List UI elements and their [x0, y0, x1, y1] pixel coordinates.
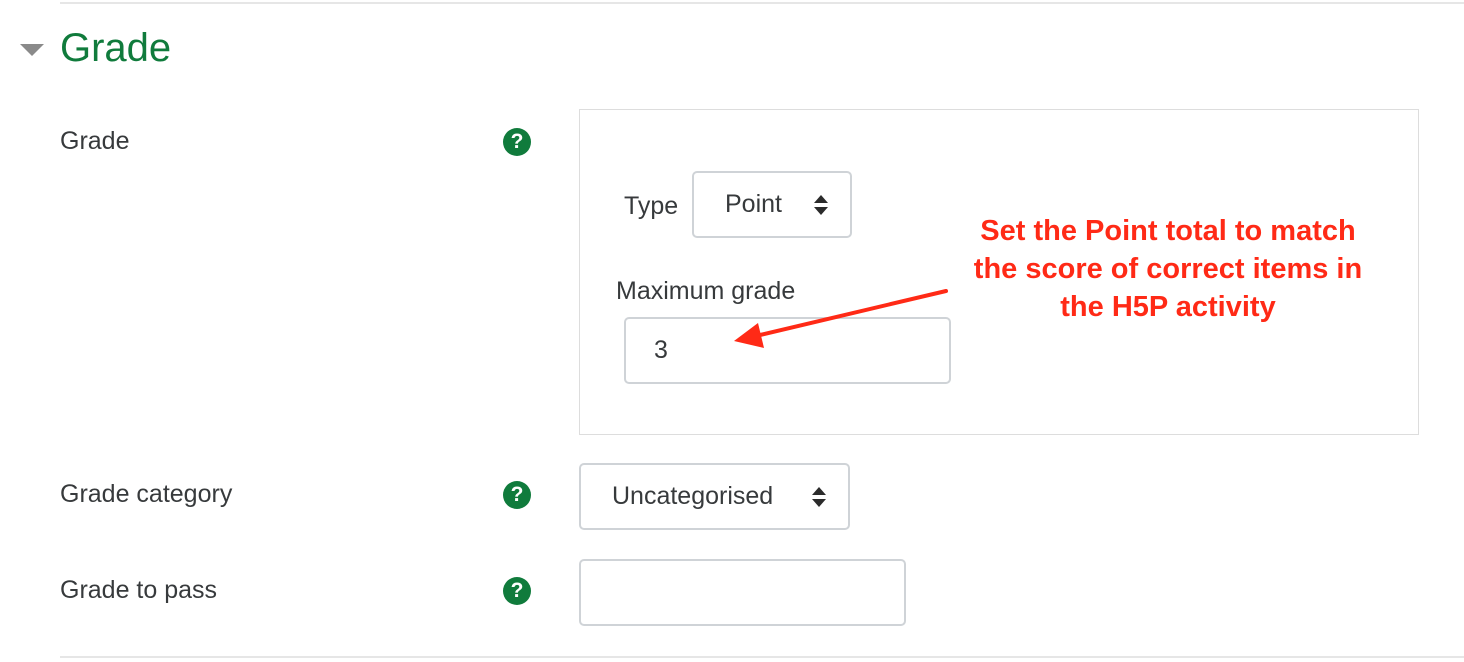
grade-to-pass-help-icon[interactable]: ?	[503, 577, 531, 605]
grade-category-select[interactable]: Uncategorised	[579, 463, 850, 530]
type-label: Type	[624, 192, 679, 220]
grade-type-select[interactable]: Point	[692, 171, 852, 238]
annotation-callout: Set the Point total to match the score o…	[973, 215, 1363, 323]
grade-category-select-value: Uncategorised	[612, 482, 774, 510]
grade-help-icon[interactable]: ?	[503, 128, 531, 156]
select-updown-icon	[814, 194, 828, 216]
grade-category-label: Grade category	[60, 480, 233, 508]
grade-type-select-value: Point	[725, 190, 782, 218]
bottom-divider	[60, 656, 1464, 658]
top-divider	[60, 2, 1464, 4]
grade-to-pass-label: Grade to pass	[60, 576, 218, 604]
maximum-grade-label: Maximum grade	[616, 277, 796, 305]
grade-section-header[interactable]: Grade	[20, 22, 171, 74]
grade-to-pass-input[interactable]	[579, 559, 906, 626]
select-updown-icon	[812, 486, 826, 508]
grade-label: Grade	[60, 127, 130, 155]
grade-category-help-icon[interactable]: ?	[503, 481, 531, 509]
collapse-triangle-icon[interactable]	[20, 44, 44, 56]
maximum-grade-input[interactable]	[624, 317, 951, 384]
section-title: Grade	[60, 26, 172, 70]
grade-settings-page: Grade Grade ? Type Point Maximum grade S…	[0, 0, 1464, 662]
